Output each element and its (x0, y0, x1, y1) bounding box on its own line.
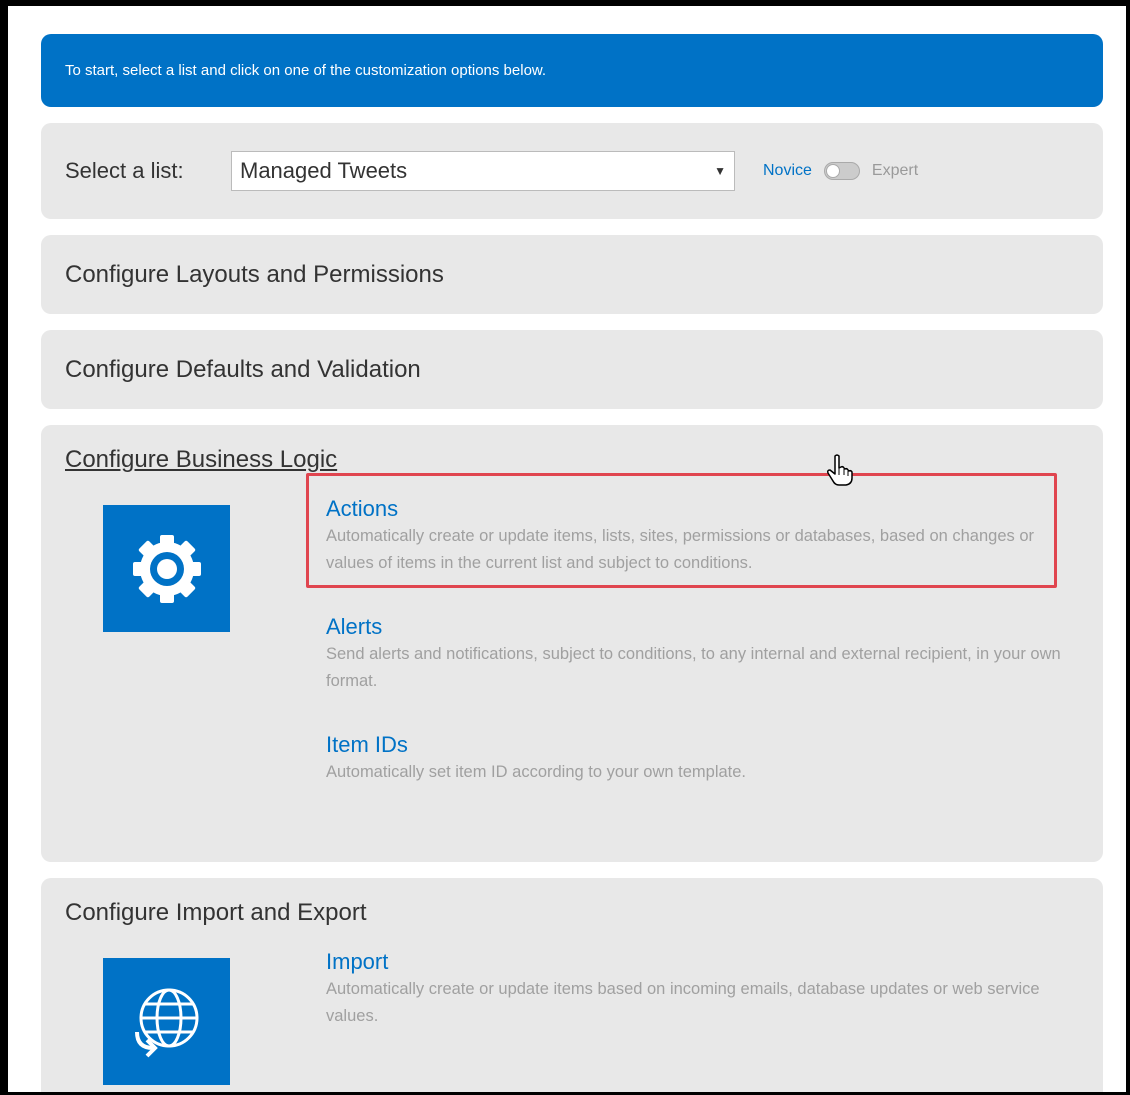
feature-title[interactable]: Actions (326, 495, 1079, 523)
feature-import[interactable]: Import Automatically create or update it… (326, 948, 1079, 1030)
banner-text: To start, select a list and click on one… (65, 62, 547, 79)
section-layouts-permissions[interactable]: Configure Layouts and Permissions (65, 235, 1079, 314)
feature-description: Automatically create or update items bas… (326, 980, 1040, 1025)
import-export-panel: Configure Import and Export Import Autom… (41, 878, 1103, 1092)
feature-alerts[interactable]: Alerts Send alerts and notifications, su… (326, 613, 1079, 695)
import-export-feature-list: Import Automatically create or update it… (326, 948, 1079, 1085)
layouts-panel[interactable]: Configure Layouts and Permissions (41, 235, 1103, 314)
app-frame: To start, select a list and click on one… (0, 0, 1130, 1095)
toggle-knob (825, 164, 840, 178)
list-selector-panel: Select a list: Managed Tweets ▼ Novice E… (41, 123, 1103, 219)
feature-item-ids[interactable]: Item IDs Automatically set item ID accor… (326, 731, 1079, 786)
mode-expert-label[interactable]: Expert (872, 162, 918, 180)
import-export-features: Import Automatically create or update it… (65, 948, 1079, 1085)
feature-description: Automatically create or update items, li… (326, 527, 1035, 572)
feature-title[interactable]: Alerts (326, 613, 1079, 641)
business-logic-features: Actions Automatically create or update i… (65, 495, 1079, 822)
list-select-value: Managed Tweets (240, 158, 408, 183)
section-defaults-validation[interactable]: Configure Defaults and Validation (65, 330, 1079, 409)
mode-toggle[interactable] (823, 162, 860, 180)
feature-title[interactable]: Import (326, 948, 1079, 976)
hand-cursor-icon (826, 454, 854, 486)
mode-novice-label[interactable]: Novice (763, 162, 812, 180)
feature-description: Automatically set item ID according to y… (326, 763, 747, 781)
gear-icon (103, 505, 230, 632)
business-logic-feature-list: Actions Automatically create or update i… (326, 495, 1079, 822)
mode-switch: Novice Expert (763, 162, 918, 180)
defaults-panel[interactable]: Configure Defaults and Validation (41, 330, 1103, 409)
business-logic-panel: Configure Business Logic Actions Automat… (41, 425, 1103, 862)
dropdown-arrow-icon: ▼ (714, 164, 726, 178)
feature-title[interactable]: Item IDs (326, 731, 1079, 759)
section-import-export[interactable]: Configure Import and Export (65, 878, 1079, 948)
globe-icon (103, 958, 230, 1085)
list-select[interactable]: Managed Tweets ▼ (231, 151, 735, 191)
feature-actions[interactable]: Actions Automatically create or update i… (326, 495, 1079, 577)
feature-description: Send alerts and notifications, subject t… (326, 645, 1061, 690)
select-list-label: Select a list: (65, 158, 184, 183)
section-business-logic[interactable]: Configure Business Logic (65, 425, 1079, 495)
content-area: To start, select a list and click on one… (41, 34, 1103, 1092)
info-banner: To start, select a list and click on one… (41, 34, 1103, 107)
